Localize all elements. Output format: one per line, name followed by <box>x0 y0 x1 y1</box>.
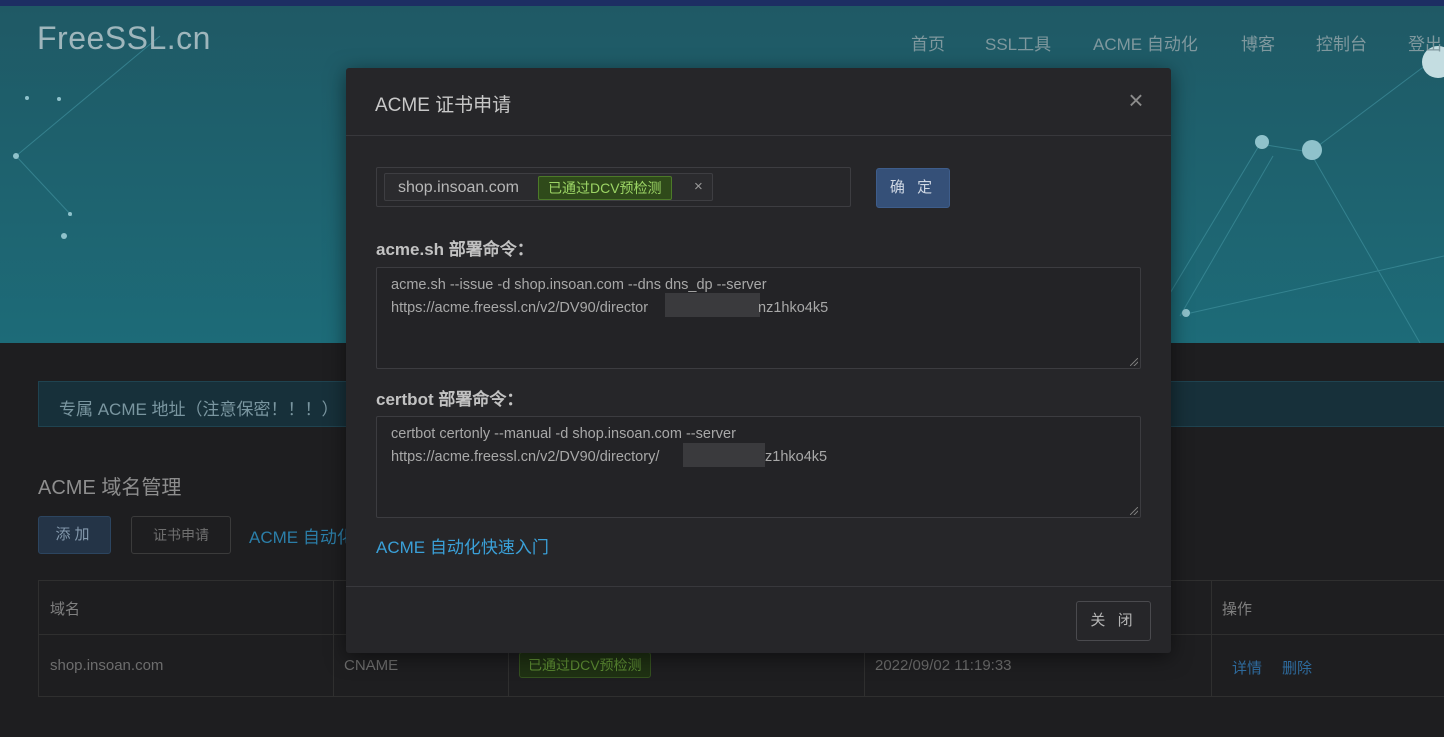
modal-header: ACME 证书申请 × <box>346 68 1171 136</box>
acme-certificate-modal: ACME 证书申请 × shop.insoan.com 已通过DCV预检测 × … <box>346 68 1171 653</box>
section-title: ACME 域名管理 <box>38 477 182 499</box>
close-icon[interactable]: × <box>1126 87 1146 113</box>
table-header-domain: 域名 <box>50 601 81 618</box>
row-details-link[interactable]: 详情 <box>1232 657 1262 678</box>
resize-grip-icon[interactable] <box>1130 358 1138 366</box>
row-type: CNAME <box>344 657 399 674</box>
modal-footer <box>346 586 1171 653</box>
nav-ssl-tools[interactable]: SSL工具 <box>985 30 1051 55</box>
acmesh-command-line2-suffix: nz1hko4k5 <box>758 300 829 316</box>
acmesh-label: acme.sh 部署命令： <box>376 240 534 259</box>
acmesh-command-line2-prefix: https://acme.freessl.cn/v2/DV90/director <box>391 300 649 316</box>
table-col-divider <box>333 580 334 697</box>
redacted-token <box>665 293 760 317</box>
table-col-divider <box>1211 580 1212 697</box>
resize-grip-icon[interactable] <box>1130 507 1138 515</box>
add-button[interactable]: 添加 <box>38 516 111 554</box>
certbot-command-line2-prefix: https://acme.freessl.cn/v2/DV90/director… <box>391 449 660 465</box>
table-header-actions: 操作 <box>1222 601 1253 618</box>
certbot-label: certbot 部署命令： <box>376 390 524 409</box>
nav-console[interactable]: 控制台 <box>1316 30 1367 55</box>
domain-tag: shop.insoan.com 已通过DCV预检测 × <box>384 173 713 201</box>
row-delete-link[interactable]: 删除 <box>1282 657 1312 678</box>
row-time: 2022/09/02 11:19:33 <box>875 657 1012 674</box>
modal-title: ACME 证书申请 <box>375 95 512 116</box>
redacted-token <box>683 443 765 467</box>
certificate-apply-button[interactable]: 证书申请 <box>131 516 231 554</box>
acme-automation-link[interactable]: ACME 自动化 <box>249 523 354 548</box>
close-button[interactable]: 关 闭 <box>1076 601 1151 641</box>
nav-acme-automation[interactable]: ACME 自动化 <box>1093 30 1198 55</box>
nav-blog[interactable]: 博客 <box>1241 30 1275 55</box>
acme-quickstart-link[interactable]: ACME 自动化快速入门 <box>376 533 549 558</box>
nav-home[interactable]: 首页 <box>911 30 945 55</box>
certbot-command-textarea[interactable]: certbot certonly --manual -d shop.insoan… <box>376 416 1141 518</box>
acmesh-command-line1: acme.sh --issue -d shop.insoan.com --dns… <box>391 277 767 293</box>
tag-status-badge: 已通过DCV预检测 <box>538 176 672 200</box>
tag-remove-icon[interactable]: × <box>694 178 703 195</box>
acmesh-command-textarea[interactable]: acme.sh --issue -d shop.insoan.com --dns… <box>376 267 1141 369</box>
nav-logout[interactable]: 登出 <box>1408 30 1442 55</box>
confirm-button[interactable]: 确 定 <box>876 168 950 208</box>
certbot-command-line1: certbot certonly --manual -d shop.insoan… <box>391 426 736 442</box>
tag-domain-text: shop.insoan.com <box>398 179 519 196</box>
row-domain: shop.insoan.com <box>50 657 164 674</box>
certbot-command-line2-suffix: z1hko4k5 <box>765 449 828 465</box>
site-logo[interactable]: FreeSSL.cn <box>37 20 211 57</box>
row-status-badge: 已通过DCV预检测 <box>519 652 651 678</box>
domain-tag-input[interactable]: shop.insoan.com 已通过DCV预检测 × <box>376 167 851 207</box>
alert-text: 专属 ACME 地址（注意保密！！！） <box>59 400 339 419</box>
